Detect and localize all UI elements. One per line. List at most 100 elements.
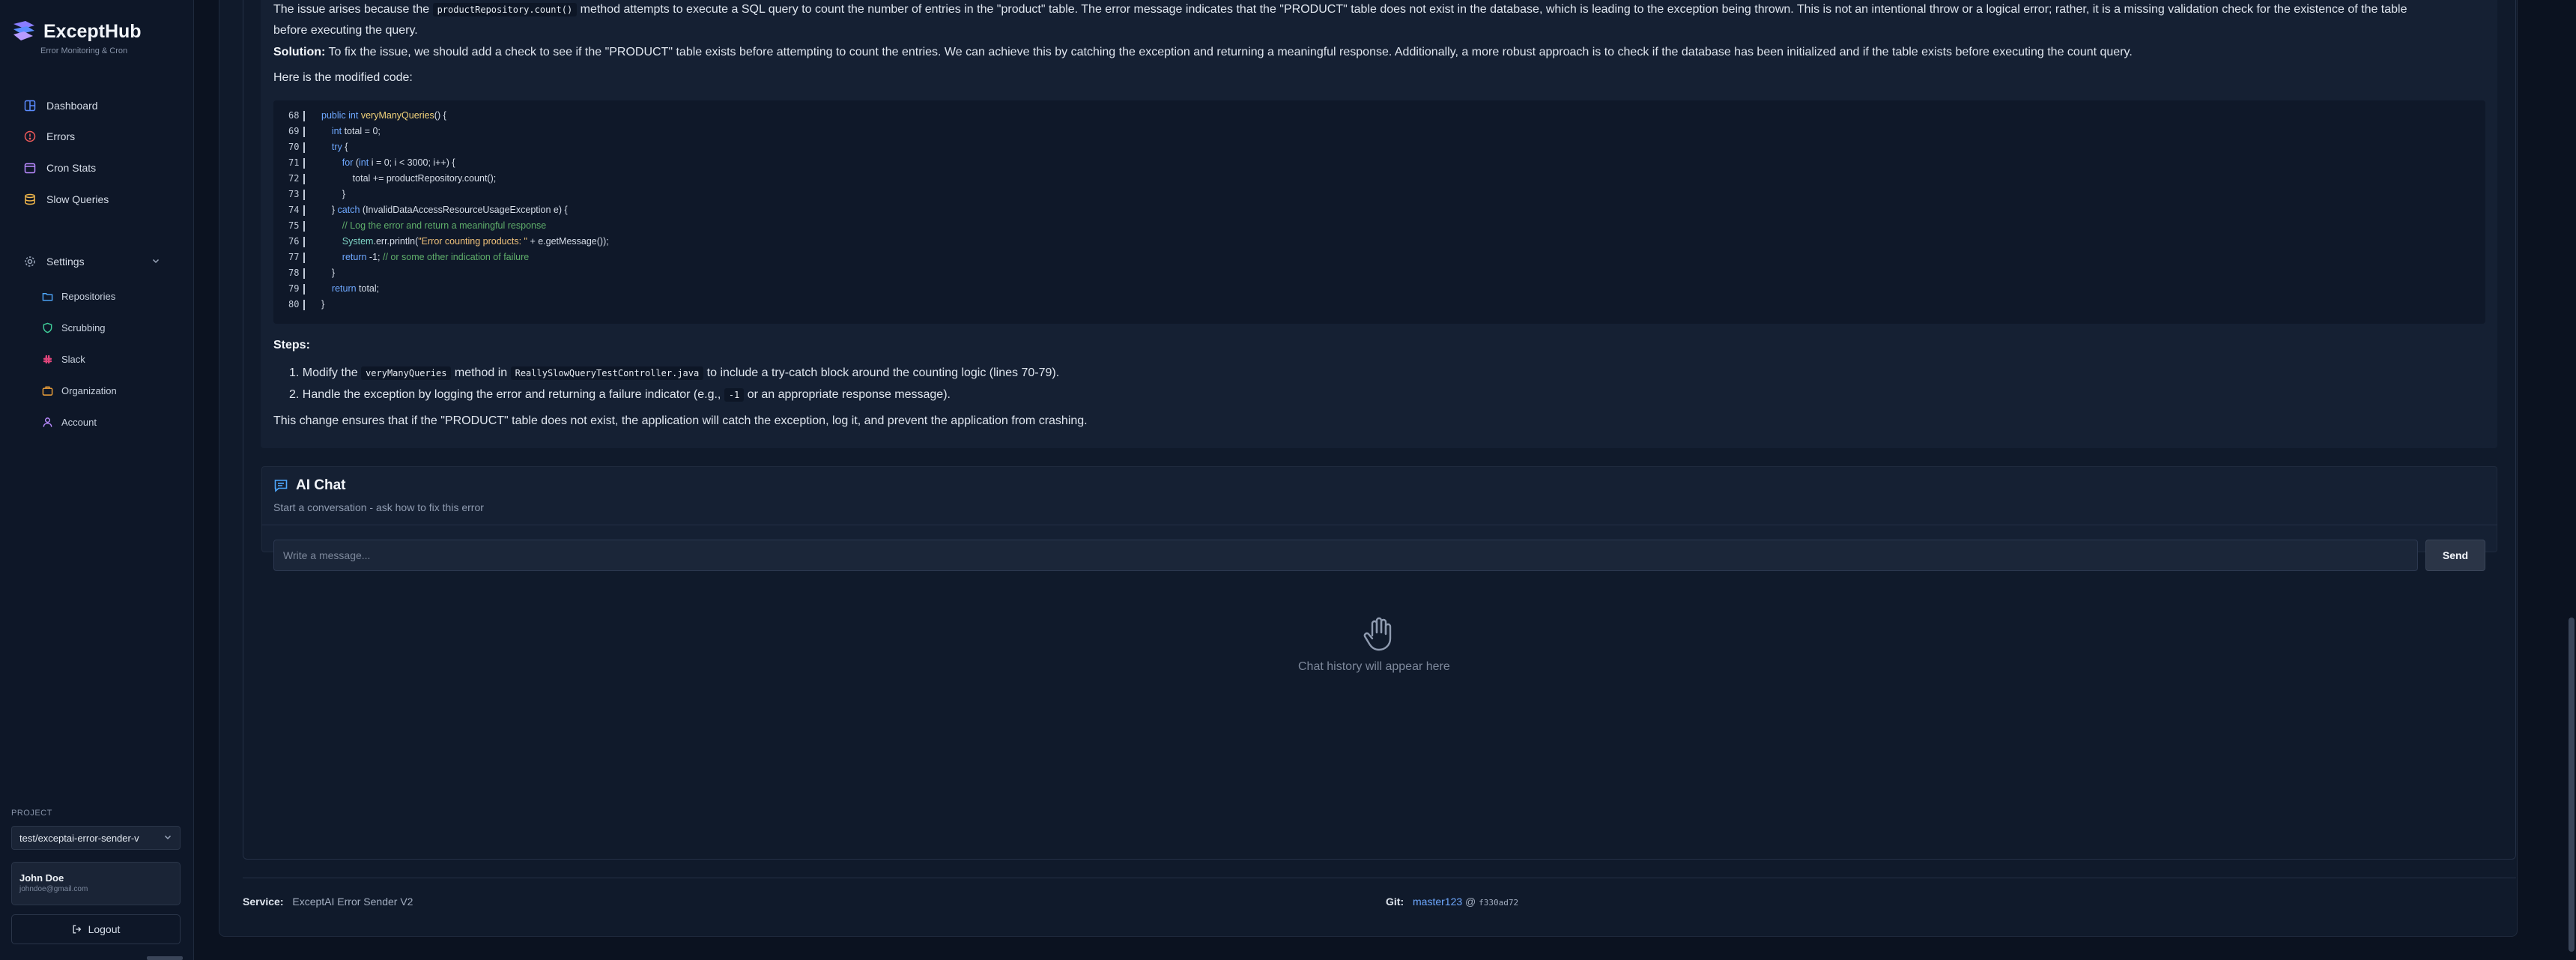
code-line: 73 }	[273, 187, 2485, 202]
line-number: 68	[288, 110, 300, 121]
line-number: 70	[288, 142, 300, 152]
steps-title: Steps:	[273, 339, 310, 351]
line-gutter	[303, 174, 305, 184]
alert-circle-icon	[22, 129, 37, 144]
sidebar-item-label: Scrubbing	[61, 321, 106, 333]
code-text: total += productRepository.count();	[321, 173, 497, 184]
code-text: // Log the error and return a meaningful…	[342, 220, 547, 231]
logout-label: Logout	[88, 923, 121, 935]
sidebar-item-account[interactable]: Account	[30, 409, 97, 435]
sidebar-item-repositories[interactable]: Repositories	[30, 283, 115, 309]
code-line: 75 // Log the error and return a meaning…	[273, 218, 2485, 234]
git-branch-link[interactable]: master123	[1413, 896, 1462, 908]
service-value: ExceptAI Error Sender V2	[292, 896, 413, 908]
scrollbar-thumb[interactable]	[2569, 618, 2575, 952]
chevron-down-icon	[163, 833, 172, 844]
sidebar-scrollbar[interactable]	[147, 956, 183, 960]
code-line: 80}	[273, 297, 2485, 313]
folder-icon	[40, 289, 54, 303]
line-gutter	[303, 268, 305, 279]
sidebar-item-label: Settings	[46, 256, 85, 268]
step-text: or an appropriate response message).	[744, 388, 951, 401]
analysis-text: method attempts to execute a SQL query t…	[273, 3, 2407, 37]
code-text: System.err.println("Error counting produ…	[342, 236, 609, 247]
line-gutter	[303, 237, 305, 247]
sidebar-item-label: Dashboard	[46, 100, 98, 112]
sidebar-item-dashboard[interactable]: Dashboard	[10, 93, 183, 118]
hand-icon	[1362, 616, 1396, 656]
user-name: John Doe	[19, 872, 64, 884]
code-line: 77 return -1; // or some other indicatio…	[273, 250, 2485, 265]
chat-title-text: AI Chat	[296, 477, 346, 493]
chat-icon	[273, 478, 288, 493]
line-gutter	[303, 111, 305, 121]
line-gutter	[303, 300, 305, 310]
line-number: 73	[288, 189, 300, 199]
line-number: 80	[288, 299, 300, 310]
project-select[interactable]: test/exceptai-error-sender-v	[11, 826, 181, 850]
code-text: } catch (InvalidDataAccessResourceUsageE…	[321, 205, 568, 215]
sidebar-item-slack[interactable]: Slack	[30, 346, 85, 372]
dashboard-icon	[22, 98, 37, 113]
code-text: for (int i = 0; i < 3000; i++) {	[342, 157, 455, 168]
sidebar-item-label: Errors	[46, 130, 76, 142]
chat-title: AI Chat	[273, 477, 346, 494]
project-select-value: test/exceptai-error-sender-v	[19, 832, 139, 844]
sidebar-item-label: Slack	[61, 353, 85, 365]
step-text: Handle the exception by logging the erro…	[302, 388, 724, 401]
git-label: Git:	[1386, 896, 1404, 908]
line-gutter	[303, 284, 305, 295]
sidebar-item-label: Cron Stats	[46, 162, 97, 174]
code-text: }	[321, 189, 345, 199]
service-label: Service:	[243, 896, 284, 908]
code-line: 79 return total;	[273, 281, 2485, 297]
inline-code: productRepository.count()	[432, 3, 578, 16]
logout-button[interactable]: Logout	[11, 914, 181, 944]
chat-subtitle: Start a conversation - ask how to fix th…	[273, 501, 484, 513]
step-number: 2.	[289, 388, 300, 401]
sidebar-item-cron-stats[interactable]: Cron Stats	[10, 155, 183, 181]
sidebar-item-slow-queries[interactable]: Slow Queries	[10, 187, 183, 212]
sidebar-item-scrubbing[interactable]: Scrubbing	[30, 315, 106, 340]
code-line: 70 try {	[273, 139, 2485, 155]
line-gutter	[303, 205, 305, 216]
inline-code: ReallySlowQueryTestController.java	[510, 366, 704, 380]
shield-icon	[40, 321, 54, 334]
solution-text: To fix the issue, we should add a check …	[325, 46, 2133, 58]
modified-code-label: Here is the modified code:	[273, 71, 413, 84]
database-icon	[22, 192, 37, 207]
code-text: public int veryManyQueries() {	[321, 110, 446, 121]
code-text: try {	[331, 142, 348, 152]
line-number: 74	[288, 205, 300, 215]
line-gutter	[303, 253, 305, 263]
calendar-icon	[22, 160, 37, 175]
sidebar-item-label: Slow Queries	[46, 193, 109, 205]
user-card[interactable]: John Doe johndoe@gmail.com	[11, 862, 181, 905]
sidebar-item-errors[interactable]: Errors	[10, 124, 183, 149]
chat-message-input[interactable]	[273, 540, 2418, 571]
sidebar-item-label: Repositories	[61, 290, 116, 302]
brand[interactable]: ExceptHub	[10, 18, 142, 45]
solution-label: Solution:	[273, 46, 326, 58]
logout-icon	[72, 924, 82, 935]
analysis-text: The issue arises because the	[273, 3, 433, 16]
sidebar-item-settings[interactable]: Settings	[10, 249, 183, 274]
app-name: ExceptHub	[43, 21, 142, 42]
footer-git: Git: master123 @ f330ad72	[1386, 896, 1518, 908]
inline-code: veryManyQueries	[361, 366, 452, 380]
code-text: return -1; // or some other indication o…	[342, 252, 530, 262]
line-number: 79	[288, 283, 300, 294]
line-number: 78	[288, 268, 300, 278]
code-text: }	[321, 268, 336, 278]
app-subtitle: Error Monitoring & Cron	[40, 46, 128, 55]
line-number: 76	[288, 236, 300, 247]
code-line: 71 for (int i = 0; i < 3000; i++) {	[273, 155, 2485, 171]
chat-empty-text: Chat history will appear here	[1298, 660, 1450, 673]
line-gutter	[303, 158, 305, 169]
solution-paragraph: Solution: To fix the issue, we should ad…	[273, 42, 2423, 63]
footer-service: Service: ExceptAI Error Sender V2	[243, 896, 413, 908]
chevron-down-icon[interactable]	[151, 256, 160, 268]
send-button[interactable]: Send	[2425, 540, 2485, 571]
code-line: 69 int total = 0;	[273, 124, 2485, 139]
sidebar-item-organization[interactable]: Organization	[30, 378, 117, 403]
